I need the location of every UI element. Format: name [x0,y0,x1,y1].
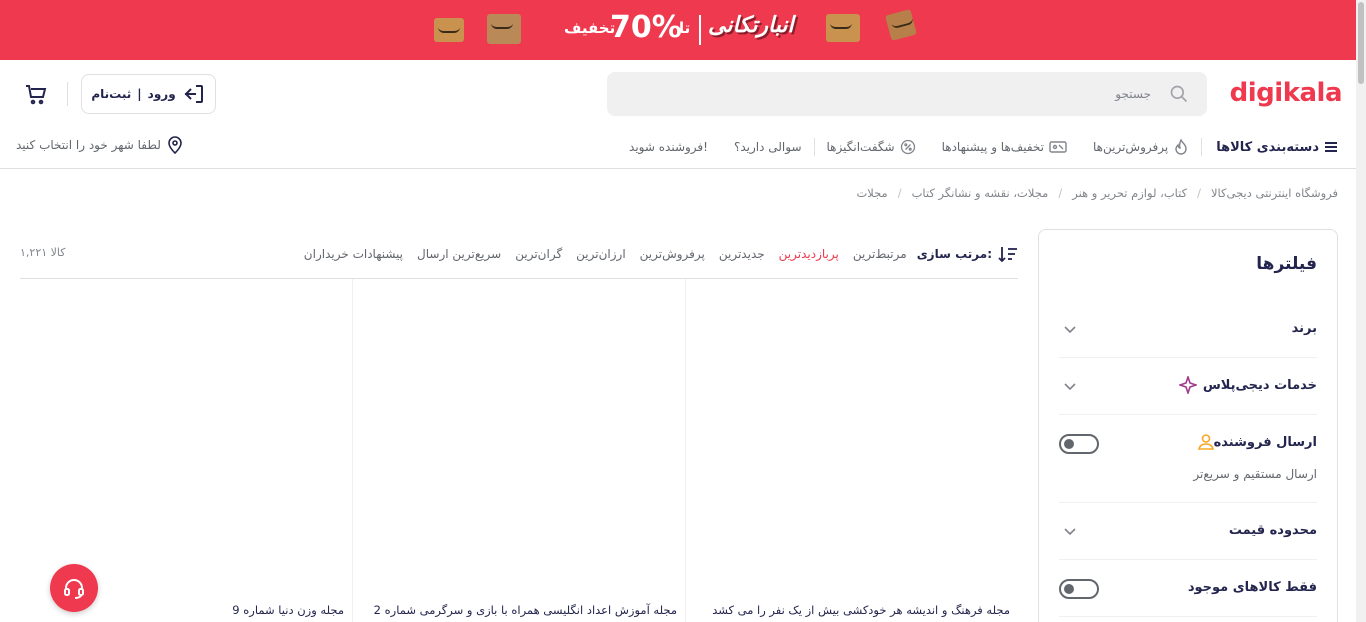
city-label: لطفا شهر خود را انتخاب کنید [16,138,161,152]
product-title[interactable]: مجله وزن دنیا شماره 9 [232,603,344,617]
filter-label: خدمات دیجی‌پلاس [1202,378,1317,393]
header-rule [0,168,1356,169]
seller-person-icon [1197,434,1215,450]
breadcrumb: فروشگاه اینترنتی دیجی‌کالا / کتاب، لوازم… [856,186,1338,200]
breadcrumb-separator: / [897,186,902,200]
filter-digiplus[interactable]: خدمات دیجی‌پلاس [1059,358,1317,415]
breadcrumb-item[interactable]: فروشگاه اینترنتی دیجی‌کالا [1211,186,1338,200]
percent-badge-icon [900,139,915,155]
sort-option-bestselling[interactable]: پرفروش‌ترین [640,247,705,261]
login-label: ورود [147,87,176,101]
filter-label: برند [1291,321,1317,336]
filter-price-range[interactable]: محدوده قیمت [1059,503,1317,560]
filters-title: فیلترها [1256,254,1317,274]
filter-sublabel: ارسال مستقیم و سریع‌تر [1193,467,1317,481]
box-icon [826,14,860,42]
nav-item-bestsellers[interactable]: پرفروش‌ترین‌ها [1093,139,1189,155]
promo-banner[interactable]: تخفیف 70% تا انبارتکانی [0,0,1356,60]
fire-icon [1175,139,1187,155]
login-separator: | [137,87,142,101]
register-label: ثبت‌نام [91,87,132,101]
banner-brand-script: انبارتکانی [708,13,794,38]
login-icon [184,85,203,103]
breadcrumb-item[interactable]: مجلات [856,186,887,200]
digiplus-sparkle-icon [1179,376,1197,394]
coupon-icon [1049,141,1067,153]
filter-label: فقط کالاهای موجود [1187,580,1317,595]
box-icon [434,18,464,42]
nav-item-discounts[interactable]: تخفیف‌ها و پیشنهادها [942,140,1067,154]
nav-divider [813,138,815,156]
product-card[interactable]: مجله آموزش اعداد انگلیسی همراه با بازی و… [352,279,685,622]
filter-brand[interactable]: برند [1059,301,1317,358]
nav-item-label: فروشنده شوید! [629,140,708,154]
sort-option-newest[interactable]: جدیدترین [719,247,765,261]
breadcrumb-item[interactable]: کتاب، لوازم تحریر و هنر [1072,186,1187,200]
filter-in-stock[interactable]: فقط کالاهای موجود [1059,560,1317,617]
banner-upto: تا [679,19,691,37]
sort-option-cheapest[interactable]: ارزان‌ترین [576,247,626,261]
location-pin-icon [168,136,182,154]
nav-item-label: تخفیف‌ها و پیشنهادها [941,140,1044,154]
sort-option-relevant[interactable]: مرتبط‌ترین [853,247,907,261]
digikala-logo[interactable]: digikala [1230,78,1343,108]
box-icon [885,9,917,41]
login-register-button[interactable]: ورود | ثبت‌نام [81,74,216,114]
search-input[interactable] [651,72,1151,116]
filter-seller-shipping[interactable]: ارسال فروشنده ارسال مستقیم و سریع‌تر [1059,415,1317,503]
product-card[interactable]: مجله فرهنگ و اندیشه هر خودکشی بیش از یک … [685,279,1018,622]
sort-icon [998,247,1017,263]
filter-label: ارسال فروشنده [1213,435,1317,450]
banner-percent: 70% [610,10,682,45]
page-scrollbar[interactable] [1356,0,1366,622]
cart-icon[interactable] [24,82,48,106]
chevron-down-icon [1064,528,1076,536]
sort-option-buyer-suggestions[interactable]: پیشنهادات خریداران [304,247,403,261]
breadcrumb-item[interactable]: مجلات، نقشه و نشانگر کتاب [912,186,1049,200]
product-title[interactable]: مجله فرهنگ و اندیشه هر خودکشی بیش از یک … [712,603,1010,617]
product-count: ۱,۲۲۱ کالا [20,246,66,259]
nav-item-label: سوالی دارید؟ [733,140,802,154]
main-nav: دسته‌بندی کالاها پرفروش‌ترین‌ها تخفیف‌ها… [603,134,1338,160]
breadcrumb-separator: / [1058,186,1063,200]
city-selector[interactable]: لطفا شهر خود را انتخاب کنید [16,136,183,154]
sort-option-most-viewed[interactable]: پربازدیدترین [779,247,839,261]
in-stock-toggle[interactable] [1059,579,1099,599]
nav-categories[interactable]: دسته‌بندی کالاها [1216,140,1338,155]
nav-item-faq[interactable]: سوالی دارید؟ [734,140,802,154]
nav-item-become-seller[interactable]: فروشنده شوید! [629,140,708,154]
filter-label: محدوده قیمت [1228,523,1317,538]
nav-divider [1201,138,1203,156]
filters-panel: فیلترها برند خدمات دیجی‌پلاس ارسال فروشن… [1038,229,1338,622]
product-title[interactable]: مجله آموزش اعداد انگلیسی همراه با بازی و… [374,603,677,617]
nav-item-label: پرفروش‌ترین‌ها [1093,140,1169,154]
nav-categories-label: دسته‌بندی کالاها [1216,139,1319,155]
sort-label: مرتب سازی: [916,247,992,261]
chevron-down-icon [1064,326,1076,334]
sort-option-fastest-shipping[interactable]: سریع‌ترین ارسال [417,247,501,261]
banner-discount-word: تخفیف [564,19,616,37]
banner-divider [699,15,701,45]
headset-icon [64,579,84,599]
scrollbar-thumb[interactable] [1358,2,1364,84]
sort-bar: مرتب سازی: مرتبط‌ترین پربازدیدترین جدیدت… [290,244,1018,264]
chevron-down-icon [1064,383,1076,391]
search-icon [1170,85,1188,103]
header-divider [67,82,68,106]
box-icon [487,14,521,44]
nav-item-amazing[interactable]: شگفت‌انگیزها [827,139,916,155]
sort-option-most-expensive[interactable]: گران‌ترین [515,247,562,261]
seller-shipping-toggle[interactable] [1059,434,1099,454]
menu-icon [1325,142,1337,152]
search-box[interactable] [607,72,1207,116]
nav-item-label: شگفت‌انگیزها [826,140,895,154]
breadcrumb-separator: / [1197,186,1201,200]
support-chat-button[interactable] [50,564,98,612]
